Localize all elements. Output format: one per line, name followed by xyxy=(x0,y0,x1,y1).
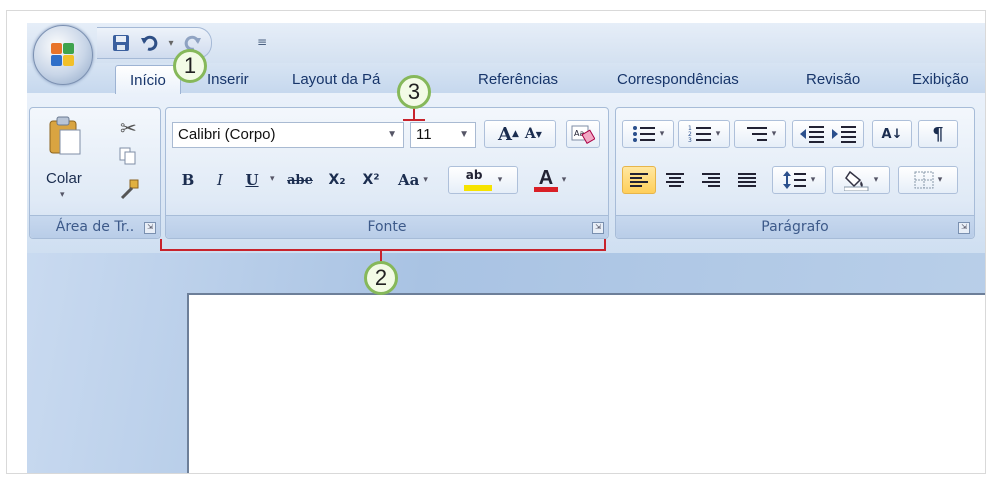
subscript-button[interactable]: X₂ xyxy=(322,166,352,194)
shrink-font-button[interactable]: A xyxy=(525,126,536,142)
grow-shrink-font-buttons: A ▲ A ▼ xyxy=(484,120,556,148)
show-marks-button[interactable]: ¶ xyxy=(918,120,958,148)
undo-dropdown-icon[interactable]: ▾ xyxy=(167,33,175,53)
shading-button[interactable]: ▾ xyxy=(832,166,890,194)
font-group-bracket-bottom xyxy=(160,249,606,251)
callout-1: 1 xyxy=(173,49,207,83)
chevron-down-icon: ▼ xyxy=(387,129,397,140)
format-painter-icon[interactable] xyxy=(118,178,140,204)
callout-3-tick xyxy=(403,119,425,121)
indent-buttons xyxy=(792,120,864,148)
font-group-bracket-right xyxy=(604,239,606,251)
tab-exibicao[interactable]: Exibição xyxy=(912,71,969,88)
bullets-icon xyxy=(632,126,655,142)
font-group: Calibri (Corpo) ▼ 11 ▼ A ▲ A ▼ Aa B I U ▾ … xyxy=(165,107,609,239)
customize-qat-icon[interactable]: ≡ xyxy=(257,35,267,49)
clipboard-group-label: Área de Tr.. xyxy=(30,215,160,238)
office-button[interactable] xyxy=(33,25,93,85)
tab-revisao[interactable]: Revisão xyxy=(806,71,860,88)
font-color-button[interactable]: A ▾ xyxy=(522,166,578,194)
tab-inserir[interactable]: Inserir xyxy=(207,71,249,88)
strikethrough-button[interactable]: abe xyxy=(282,166,318,194)
chevron-down-icon: ▾ xyxy=(771,129,777,139)
save-icon[interactable] xyxy=(111,33,131,53)
multilevel-list-icon xyxy=(746,127,767,141)
callout-2: 2 xyxy=(364,261,398,295)
align-center-button[interactable] xyxy=(658,166,692,194)
screenshot-frame: ▾ ≡ Início Inserir Layout da Pá Referênc… xyxy=(6,10,986,474)
align-left-button[interactable] xyxy=(622,166,656,194)
justify-icon xyxy=(738,173,756,187)
highlight-color-button[interactable]: ab ▾ xyxy=(448,166,518,194)
clear-formatting-button[interactable]: Aa xyxy=(566,120,600,148)
line-spacing-button[interactable]: ▾ xyxy=(772,166,826,194)
chevron-down-icon: ▼ xyxy=(459,129,469,140)
borders-icon xyxy=(914,171,934,189)
font-color-icon: A xyxy=(533,167,558,193)
font-size-value: 11 xyxy=(416,126,432,143)
office-logo-icon xyxy=(51,43,75,67)
bold-button[interactable]: B xyxy=(174,166,202,194)
superscript-button[interactable]: X² xyxy=(356,166,386,194)
clear-formatting-icon: Aa xyxy=(571,125,595,144)
bullets-button[interactable]: ▾ xyxy=(622,120,674,148)
tab-layout[interactable]: Layout da Pá xyxy=(292,71,380,88)
paragraph-launcher-icon[interactable]: ⇲ xyxy=(958,222,970,234)
multilevel-list-button[interactable]: ▾ xyxy=(734,120,786,148)
chevron-down-icon: ▾ xyxy=(497,175,503,185)
paste-icon[interactable] xyxy=(48,116,82,160)
clipboard-launcher-icon[interactable]: ⇲ xyxy=(144,222,156,234)
align-center-icon xyxy=(666,173,684,187)
line-spacing-icon xyxy=(782,171,806,189)
underline-button[interactable]: U xyxy=(238,166,266,194)
chevron-down-icon: ▾ xyxy=(873,175,879,185)
chevron-down-icon: ▾ xyxy=(561,175,567,185)
font-family-select[interactable]: Calibri (Corpo) ▼ xyxy=(172,122,404,148)
align-right-icon xyxy=(702,173,720,187)
cut-icon[interactable]: ✂ xyxy=(120,116,137,140)
clipboard-group: Colar ▾ ✂ Área de Tr.. ⇲ xyxy=(29,107,161,239)
shading-bucket-icon xyxy=(843,170,869,191)
increase-indent-icon[interactable] xyxy=(831,125,857,143)
undo-icon[interactable] xyxy=(139,33,159,53)
callout-3: 3 xyxy=(397,75,431,109)
borders-button[interactable]: ▾ xyxy=(898,166,958,194)
sort-button[interactable]: A↓ xyxy=(872,120,912,148)
align-right-button[interactable] xyxy=(694,166,728,194)
align-left-icon xyxy=(630,173,648,187)
underline-dropdown-icon[interactable]: ▾ xyxy=(270,174,275,184)
tab-inicio[interactable]: Início xyxy=(115,65,181,94)
svg-text:3: 3 xyxy=(688,137,692,143)
font-size-select[interactable]: 11 ▼ xyxy=(410,122,476,148)
change-case-label: Aa xyxy=(398,171,420,189)
chevron-down-icon: ▾ xyxy=(810,175,816,185)
paragraph-group: ▾ 123 ▾ ▾ A↓ ¶ ▾ ▾ ▾ Parágrafo ⇲ xyxy=(615,107,975,239)
numbering-icon: 123 xyxy=(688,125,711,143)
font-group-label: Fonte xyxy=(166,215,608,238)
paste-label[interactable]: Colar xyxy=(46,170,82,187)
tab-referencias[interactable]: Referências xyxy=(478,71,558,88)
tab-correspondencias[interactable]: Correspondências xyxy=(617,71,739,88)
highlighter-icon: ab xyxy=(463,168,494,192)
chevron-down-icon: ▾ xyxy=(937,175,943,185)
paragraph-group-label: Parágrafo xyxy=(616,215,974,238)
copy-icon[interactable] xyxy=(118,146,138,170)
change-case-button[interactable]: Aa ▾ xyxy=(390,166,436,194)
chevron-down-icon: ▾ xyxy=(423,175,428,185)
document-page[interactable] xyxy=(187,293,985,473)
chevron-down-icon: ▾ xyxy=(715,129,721,139)
font-family-value: Calibri (Corpo) xyxy=(178,126,276,143)
numbering-button[interactable]: 123 ▾ xyxy=(678,120,730,148)
grow-font-button[interactable]: A xyxy=(498,124,512,145)
decrease-indent-icon[interactable] xyxy=(799,125,825,143)
justify-button[interactable] xyxy=(730,166,764,194)
font-launcher-icon[interactable]: ⇲ xyxy=(592,222,604,234)
chevron-down-icon: ▾ xyxy=(659,129,665,139)
italic-button[interactable]: I xyxy=(206,166,234,194)
paste-dropdown-icon[interactable]: ▾ xyxy=(60,190,65,200)
